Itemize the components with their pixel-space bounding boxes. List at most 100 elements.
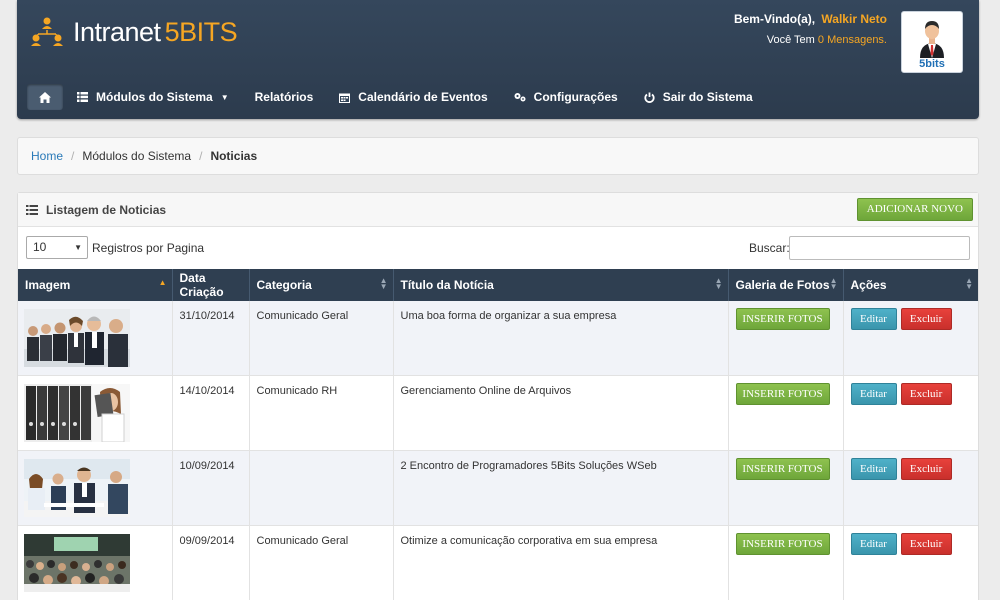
news-thumbnail-image[interactable] (24, 309, 130, 367)
title-cell: Uma boa forma de organizar a sua empresa (393, 301, 729, 376)
image-cell (18, 375, 173, 451)
category-cell: Comunicado RH (249, 375, 394, 451)
page-length-value: 10 (33, 240, 47, 254)
logo[interactable]: Intranet 5BITS (29, 14, 238, 50)
news-thumbnail-image[interactable] (24, 384, 130, 442)
title-cell: Otimize a comunicação corporativa em sua… (393, 525, 729, 600)
table-row: 14/10/2014 Comunicado RH Gerenciamento O… (18, 375, 978, 451)
welcome-block: Bem-Vindo(a), Walkir Neto Você Tem 0 Men… (734, 12, 887, 46)
actions-cell: Editar Excluir (843, 301, 978, 376)
actions-cell: Editar Excluir (843, 525, 978, 600)
delete-button[interactable]: Excluir (900, 458, 952, 480)
breadcrumb-separator: / (199, 149, 203, 163)
gallery-cell: INSERIR FOTOS (728, 525, 844, 600)
news-panel: Listagem de Noticias ADICIONAR NOVO 10 ▼… (17, 192, 979, 600)
gallery-cell: INSERIR FOTOS (728, 301, 844, 376)
breadcrumb: Home / Módulos do Sistema / Noticias (17, 137, 979, 175)
main-nav: Módulos do Sistema ▼ Relatórios Calendár… (25, 80, 969, 114)
image-cell (18, 301, 173, 376)
breadcrumb-separator: / (71, 149, 75, 163)
edit-button[interactable]: Editar (850, 458, 897, 480)
power-icon (644, 92, 655, 103)
page-length-label: Registros por Pagina (92, 241, 205, 255)
network-people-icon (31, 17, 63, 46)
news-thumbnail-image[interactable] (24, 534, 130, 592)
title-cell: 2 Encontro de Programadores 5Bits Soluçõ… (393, 450, 729, 526)
column-header-galeria[interactable]: Galeria de Fotos ▲ ▼ (728, 269, 844, 301)
panel-title: Listagem de Noticias (46, 202, 167, 217)
welcome-text: Bem-Vindo(a), (733, 12, 816, 26)
table-header-row: Imagem ▲ Data Criação Categoria ▲ ▼ Título … (18, 269, 978, 301)
table-controls: 10 ▼ Registros por Pagina Buscar: (18, 227, 978, 269)
sort-asc-icon: ▲ (158, 278, 167, 287)
delete-button[interactable]: Excluir (900, 383, 952, 405)
sort-icon: ▲ ▼ (379, 276, 388, 291)
messages-text: Você Tem (766, 34, 815, 46)
delete-button[interactable]: Excluir (900, 533, 952, 555)
nav-item-sair[interactable]: Sair do Sistema (644, 90, 753, 104)
gears-icon (514, 93, 526, 102)
nav-item-configuracoes[interactable]: Configurações (514, 90, 618, 104)
column-header-categoria[interactable]: Categoria ▲ ▼ (249, 269, 394, 301)
nav-label: Sair do Sistema (662, 90, 753, 104)
category-cell: Comunicado Geral (249, 301, 394, 376)
nav-label: Relatórios (254, 90, 314, 104)
news-table: Imagem ▲ Data Criação Categoria ▲ ▼ Título … (18, 269, 978, 600)
nav-item-modulos[interactable]: Módulos do Sistema ▼ (77, 90, 229, 104)
logo-brand: 5BITS (164, 16, 238, 47)
insert-photos-button[interactable]: INSERIR FOTOS (735, 533, 830, 555)
avatar-brand: 5bits (919, 58, 945, 70)
edit-button[interactable]: Editar (850, 383, 897, 405)
category-cell: Comunicado Geral (249, 525, 394, 600)
page-length-select[interactable]: 10 ▼ (26, 236, 88, 259)
user-name-link[interactable]: Walkir Neto (821, 12, 887, 26)
nav-item-relatorios[interactable]: Relatórios (255, 90, 314, 104)
top-header: Intranet 5BITS Bem-Vindo(a), Walkir Neto … (17, 0, 979, 119)
column-header-imagem[interactable]: Imagem ▲ (18, 269, 173, 301)
insert-photos-button[interactable]: INSERIR FOTOS (735, 308, 830, 330)
user-avatar-icon (920, 21, 944, 58)
messages-count-link[interactable]: 0 Mensagens. (818, 34, 887, 46)
avatar[interactable]: 5bits (901, 11, 963, 73)
edit-button[interactable]: Editar (850, 533, 897, 555)
home-button[interactable] (27, 84, 63, 110)
news-thumbnail-image[interactable] (24, 459, 130, 517)
logo-text: Intranet (73, 16, 161, 47)
edit-button[interactable]: Editar (850, 308, 897, 330)
column-header-data[interactable]: Data Criação (172, 269, 250, 301)
calendar-icon (339, 93, 351, 103)
sort-icon: ▲ ▼ (714, 276, 723, 291)
image-cell (18, 525, 173, 600)
category-cell (249, 450, 394, 526)
table-row: 09/09/2014 Comunicado Geral Otimize a co… (18, 525, 978, 600)
column-header-acoes[interactable]: Ações ▲ ▼ (843, 269, 978, 301)
image-cell (18, 450, 173, 526)
nav-label: Módulos do Sistema (96, 90, 213, 104)
nav-label: Configurações (533, 90, 618, 104)
date-cell: 10/09/2014 (172, 450, 250, 526)
actions-cell: Editar Excluir (843, 450, 978, 526)
table-row: 31/10/2014 Comunicado Geral Uma boa form… (18, 301, 978, 376)
breadcrumb-current: Noticias (210, 149, 258, 163)
list-icon (26, 204, 38, 215)
date-cell: 31/10/2014 (172, 301, 250, 376)
breadcrumb-modules[interactable]: Módulos do Sistema (82, 149, 191, 163)
home-icon (39, 91, 51, 103)
table-row: 10/09/2014 2 Encontro de Programadores 5… (18, 450, 978, 526)
nav-label: Calendário de Eventos (358, 90, 488, 104)
search-input[interactable] (789, 236, 970, 260)
delete-button[interactable]: Excluir (900, 308, 952, 330)
gallery-cell: INSERIR FOTOS (728, 450, 844, 526)
title-cell: Gerenciamento Online de Arquivos (393, 375, 729, 451)
insert-photos-button[interactable]: INSERIR FOTOS (735, 458, 830, 480)
search-label: Buscar: (749, 241, 790, 255)
column-header-titulo[interactable]: Título da Notícia ▲ ▼ (393, 269, 729, 301)
chevron-down-icon: ▼ (74, 243, 82, 252)
chevron-down-icon: ▼ (220, 92, 229, 102)
breadcrumb-home[interactable]: Home (31, 149, 63, 163)
insert-photos-button[interactable]: INSERIR FOTOS (735, 383, 830, 405)
add-new-button[interactable]: ADICIONAR NOVO (856, 198, 973, 221)
sort-icon: ▲ ▼ (829, 276, 838, 291)
nav-item-calendario[interactable]: Calendário de Eventos (339, 90, 488, 104)
date-cell: 14/10/2014 (172, 375, 250, 451)
